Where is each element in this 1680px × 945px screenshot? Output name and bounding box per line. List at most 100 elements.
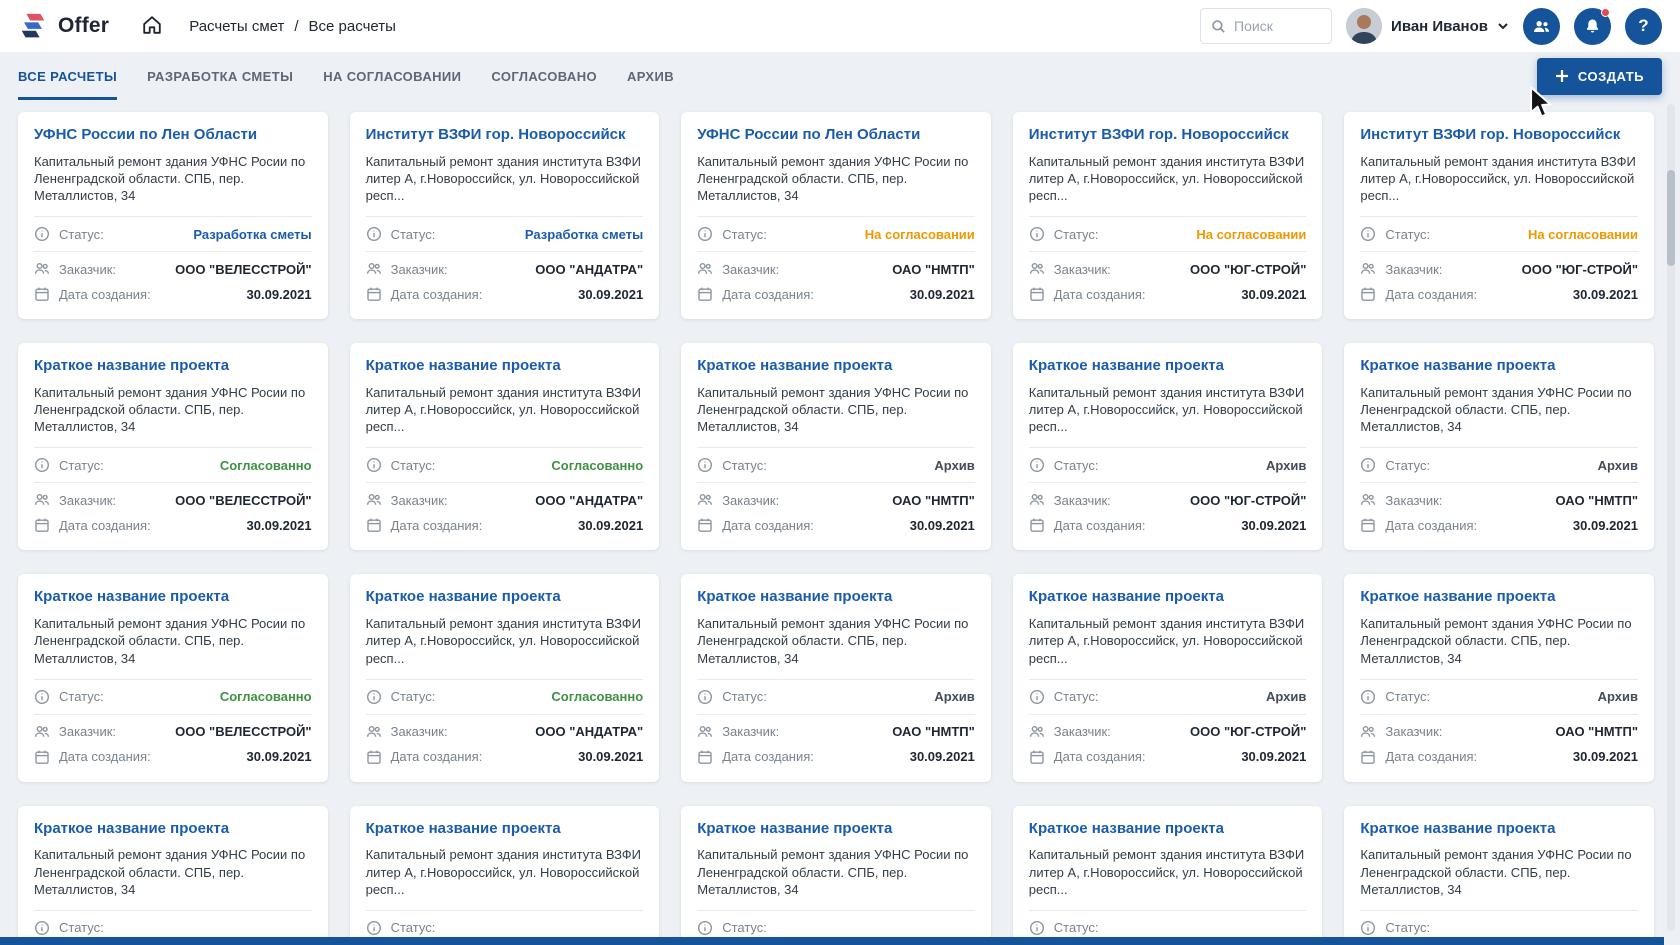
created-label: Дата создания: [722,517,814,533]
customer-label: Заказчик: [1053,261,1111,277]
app-header: Offer Расчеты смет / Все расчеты Иван [0,0,1680,52]
estimate-card[interactable]: Институт ВЗФИ гор. Новороссийск Капиталь… [1012,112,1323,320]
created-label: Дата создания: [390,749,483,765]
breadcrumb-section[interactable]: Расчеты смет [189,18,284,35]
estimate-card[interactable]: Краткое название проекта Капитальный рем… [18,805,328,945]
card-customer-value: ООО "ЮГ-СТРОЙ" [1190,724,1307,740]
cards-grid: УФНС России по Лен Области Капитальный р… [0,100,1680,945]
estimate-card[interactable]: УФНС России по Лен Области Капитальный р… [681,112,991,320]
create-button[interactable]: СОЗДАТЬ [1536,57,1662,95]
card-title[interactable]: Краткое название проекта [34,357,312,376]
estimate-card[interactable]: Институт ВЗФИ гор. Новороссийск Капиталь… [349,112,660,320]
customer-icon [34,263,50,274]
card-title[interactable]: Институт ВЗФИ гор. Новороссийск [366,126,644,145]
tab-all[interactable]: ВСЕ РАСЧЕТЫ [18,52,118,100]
estimate-card[interactable]: Краткое название проекта Капитальный рем… [681,805,991,945]
card-title[interactable]: Краткое название проекта [697,820,975,839]
estimate-card[interactable]: Краткое название проекта Капитальный рем… [681,574,991,782]
card-status-value: Согласованно [219,689,312,705]
card-title[interactable]: Институт ВЗФИ гор. Новороссийск [1029,126,1307,145]
estimate-card[interactable]: Краткое название проекта Капитальный рем… [681,343,991,551]
customer-label: Заказчик: [1385,261,1443,277]
plus-icon [1555,70,1568,82]
created-label: Дата создания: [722,749,814,765]
tab-on-approval[interactable]: НА СОГЛАСОВАНИИ [323,52,461,100]
question-icon: ? [1638,16,1649,35]
help-button[interactable]: ? [1625,7,1662,45]
card-title[interactable]: Краткое название проекта [34,588,312,607]
avatar[interactable] [1346,8,1383,44]
notifications-button[interactable] [1574,7,1611,45]
contacts-button[interactable] [1523,7,1560,45]
card-description: Капитальный ремонт здания УФНС Росии по … [1360,847,1632,897]
card-title[interactable]: Краткое название проекта [697,588,975,607]
breadcrumb-current[interactable]: Все расчеты [309,18,396,35]
card-title[interactable]: Краткое название проекта [366,357,644,376]
estimate-card[interactable]: Институт ВЗФИ гор. Новороссийск Капиталь… [1344,112,1654,320]
status-label: Статус: [1385,689,1431,705]
customer-icon [1361,725,1376,737]
tab-approved[interactable]: СОГЛАСОВАНО [491,52,597,100]
card-description: Капитальный ремонт здания института ВЗФИ… [365,616,642,666]
tab-development[interactable]: РАЗРАБОТКА СМЕТЫ [147,52,293,100]
scrollbar-track[interactable] [1667,104,1675,931]
card-description: Капитальный ремонт здания института ВЗФИ… [1028,616,1305,666]
estimate-card[interactable]: УФНС России по Лен Области Капитальный р… [18,112,328,320]
estimate-card[interactable]: Краткое название проекта Капитальный рем… [349,805,660,945]
created-label: Дата создания: [722,286,814,302]
status-label: Статус: [722,457,767,473]
estimate-card[interactable]: Краткое название проекта Капитальный рем… [1344,343,1654,551]
tab-archive[interactable]: АРХИВ [627,52,674,100]
status-label: Статус: [722,920,767,936]
scrollbar-thumb[interactable] [1667,170,1675,266]
estimate-card[interactable]: Краткое название проекта Капитальный рем… [18,343,328,551]
card-title[interactable]: Институт ВЗФИ гор. Новороссийск [1360,126,1638,145]
customer-icon [34,494,50,506]
customer-label: Заказчик: [1385,492,1443,508]
customer-icon [1029,725,1044,737]
card-status-value: Согласованно [551,689,644,705]
card-title[interactable]: Краткое название проекта [1360,588,1638,607]
calendar-icon [1361,750,1376,764]
card-title[interactable]: Краткое название проекта [697,357,975,376]
created-label: Дата создания: [59,749,151,765]
card-description: Капитальный ремонт здания УФНС Росии по … [34,847,306,897]
card-customer-value: ООО "ВЕЛЕССТРОЙ" [175,492,312,508]
search-box[interactable] [1200,8,1333,44]
estimate-card[interactable]: Краткое название проекта Капитальный рем… [1012,343,1323,551]
card-title[interactable]: Краткое название проекта [366,588,644,607]
user-menu[interactable]: Иван Иванов [1346,8,1509,44]
estimate-card[interactable]: Краткое название проекта Капитальный рем… [1012,805,1323,945]
card-status-value: Разработка сметы [193,226,312,242]
card-title[interactable]: Краткое название проекта [1360,820,1638,839]
customer-label: Заказчик: [1053,492,1111,508]
card-title[interactable]: УФНС России по Лен Области [34,126,312,145]
status-icon [366,227,381,242]
calendar-icon [698,750,712,764]
card-title[interactable]: Краткое название проекта [1360,357,1638,376]
chevron-down-icon[interactable] [1497,20,1509,32]
card-title[interactable]: Краткое название проекта [366,820,644,839]
estimate-card[interactable]: Краткое название проекта Капитальный рем… [1012,574,1323,782]
card-title[interactable]: Краткое название проекта [1029,820,1307,839]
status-label: Статус: [1385,457,1431,473]
search-input[interactable] [1234,18,1322,34]
created-label: Дата создания: [1385,286,1478,302]
status-icon [1029,458,1044,473]
estimate-card[interactable]: Краткое название проекта Капитальный рем… [1344,574,1654,782]
estimate-card[interactable]: Краткое название проекта Капитальный рем… [1344,805,1654,945]
home-icon[interactable] [141,14,165,38]
card-customer-value: ООО "ЮГ-СТРОЙ" [1521,261,1638,277]
status-label: Статус: [1385,920,1431,936]
card-date-value: 30.09.2021 [909,749,975,765]
customer-label: Заказчик: [59,492,117,508]
card-title[interactable]: Краткое название проекта [1029,357,1307,376]
estimate-card[interactable]: Краткое название проекта Капитальный рем… [18,574,328,782]
estimate-card[interactable]: Краткое название проекта Капитальный рем… [349,574,660,782]
card-title[interactable]: Краткое название проекта [1029,588,1307,607]
card-description: Капитальный ремонт здания УФНС Росии по … [1360,616,1632,666]
card-title[interactable]: Краткое название проекта [34,820,312,839]
card-date-value: 30.09.2021 [246,286,312,302]
card-title[interactable]: УФНС России по Лен Области [697,126,975,145]
estimate-card[interactable]: Краткое название проекта Капитальный рем… [349,343,660,551]
